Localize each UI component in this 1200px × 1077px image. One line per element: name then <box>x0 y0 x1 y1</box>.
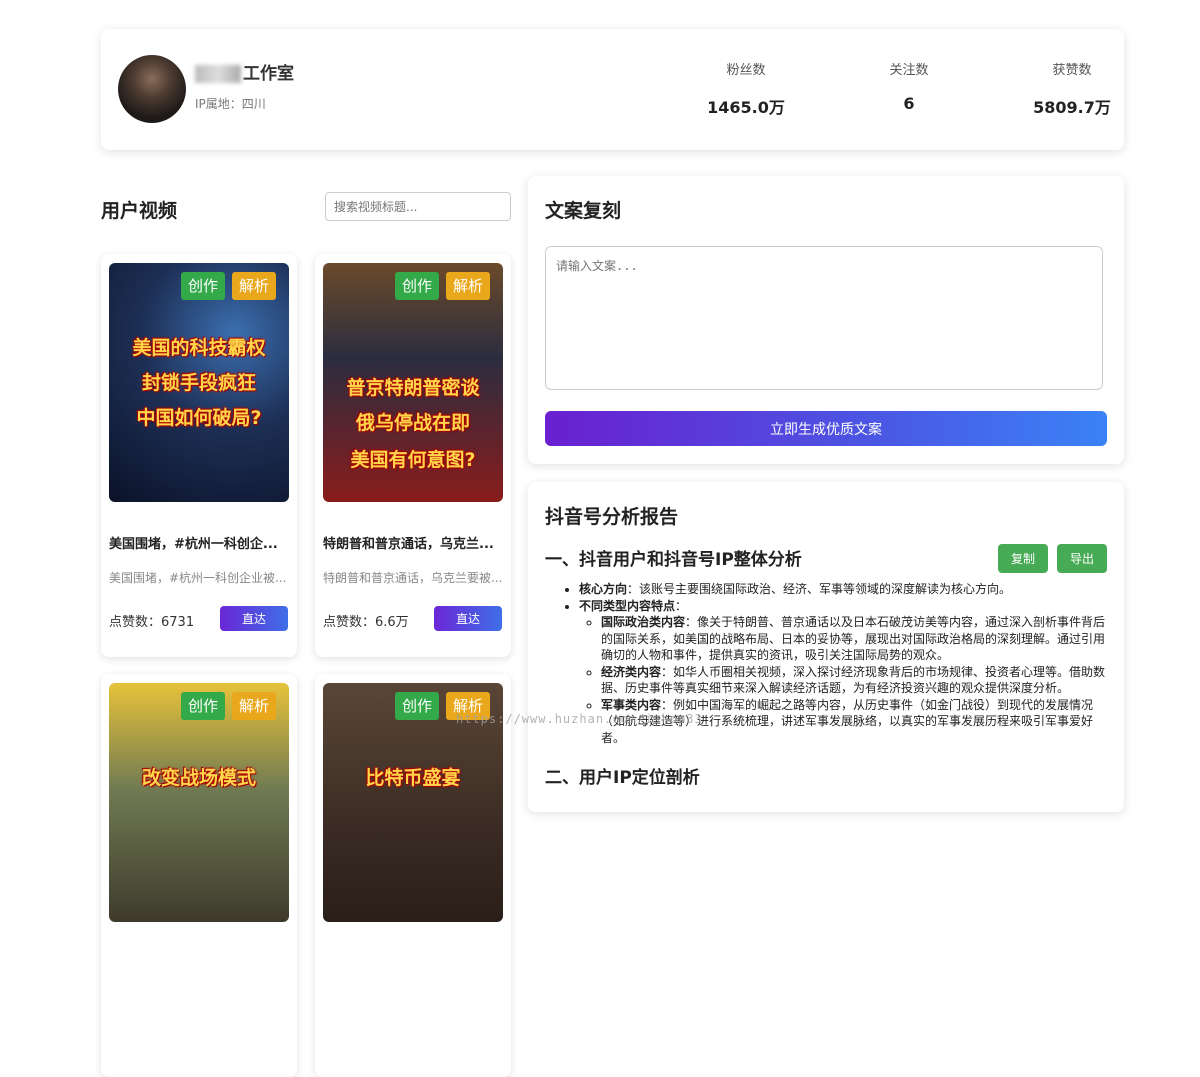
stat-label: 获赞数 <box>1052 63 1092 78</box>
create-button[interactable]: 创作 <box>181 272 226 300</box>
watermark: https://www.huzhan.com/ishop33 <box>456 712 703 726</box>
video-likes: 点赞数：6.6万 <box>323 615 409 630</box>
profile-card: 工作室 IP属地：四川 粉丝数 1465.0万 关注数 6 获赞数 5809.7… <box>101 29 1124 150</box>
blurred-name <box>195 65 241 83</box>
video-card[interactable]: 比特币盛宴 创作 解析 <box>315 674 511 1077</box>
report-subitem: 经济类内容：如华人币圈相关视频，深入探讨经济现象背后的市场规律、投资者心理等。借… <box>601 664 1110 697</box>
report-label: 军事类内容 <box>601 697 662 712</box>
ip-location: IP属地：四川 <box>195 97 266 111</box>
report-text: ： <box>675 598 688 613</box>
copywrite-textarea[interactable] <box>545 246 1103 390</box>
copywrite-title: 文案复刻 <box>545 200 622 222</box>
report-section-2: 二、用户IP定位剖析 <box>545 768 700 788</box>
video-desc: 美国围堵，#杭州一科创企业被... <box>109 571 287 585</box>
stat-likes: 获赞数 5809.7万 <box>1012 59 1132 118</box>
stat-value: 6 <box>903 94 915 113</box>
create-button[interactable]: 创作 <box>181 692 226 720</box>
video-card[interactable]: 普京特朗普密谈 俄乌停战在即 美国有何意图? 创作 解析 特朗普和普京通话，乌克… <box>315 254 511 657</box>
copywrite-panel: 文案复刻 立即生成优质文案 <box>528 176 1124 464</box>
stat-following: 关注数 6 <box>849 59 969 113</box>
profile-name: 工作室 <box>195 59 294 84</box>
create-button[interactable]: 创作 <box>395 272 440 300</box>
thumb-caption: 俄乌停战在即 <box>355 412 470 434</box>
report-text: ：该账号主要围绕国际政治、经济、军事等领域的深度解读为核心方向。 <box>627 582 1012 596</box>
video-thumbnail[interactable]: 美国的科技霸权 封锁手段疯狂 中国如何破局? 创作 解析 <box>109 263 289 502</box>
copy-button[interactable]: 复制 <box>998 544 1048 573</box>
report-title: 抖音号分析报告 <box>545 506 679 528</box>
profile-name-text: 工作室 <box>243 64 294 84</box>
video-search-input[interactable] <box>325 192 511 221</box>
thumb-caption: 普京特朗普密谈 <box>346 377 480 399</box>
video-card[interactable]: 改变战场模式 创作 解析 <box>101 674 297 1077</box>
stat-label: 关注数 <box>889 63 929 78</box>
report-item: 核心方向：该账号主要围绕国际政治、经济、军事等领域的深度解读为核心方向。 <box>579 581 1110 598</box>
report-label: 国际政治类内容 <box>601 615 686 629</box>
thumb-caption: 封锁手段疯狂 <box>141 372 256 394</box>
create-button[interactable]: 创作 <box>395 692 440 720</box>
thumb-caption: 美国的科技霸权 <box>132 337 266 359</box>
report-section-1: 一、抖音用户和抖音号IP整体分析 <box>545 550 802 570</box>
stat-value: 5809.7万 <box>1033 98 1111 117</box>
report-label: 经济类内容 <box>601 664 662 679</box>
avatar[interactable] <box>118 55 186 123</box>
videos-title: 用户视频 <box>101 200 178 222</box>
go-button[interactable]: 直达 <box>220 606 288 631</box>
parse-button[interactable]: 解析 <box>232 272 277 300</box>
video-title: 美国围堵，#杭州一科创企... <box>109 537 278 552</box>
stat-label: 粉丝数 <box>726 63 766 78</box>
video-card[interactable]: 美国的科技霸权 封锁手段疯狂 中国如何破局? 创作 解析 美国围堵，#杭州一科创… <box>101 254 297 657</box>
video-thumbnail[interactable]: 改变战场模式 创作 解析 <box>109 683 289 922</box>
stat-followers: 粉丝数 1465.0万 <box>686 59 806 118</box>
thumb-caption: 美国有何意图? <box>350 449 476 471</box>
export-button[interactable]: 导出 <box>1057 544 1107 573</box>
thumb-caption: 中国如何破局? <box>136 407 262 429</box>
report-label: 不同类型内容特点 <box>579 598 676 613</box>
video-likes: 点赞数：6731 <box>109 615 195 630</box>
video-thumbnail[interactable]: 普京特朗普密谈 俄乌停战在即 美国有何意图? 创作 解析 <box>323 263 503 502</box>
generate-button[interactable]: 立即生成优质文案 <box>545 411 1107 446</box>
parse-button[interactable]: 解析 <box>446 272 491 300</box>
go-button[interactable]: 直达 <box>434 606 502 631</box>
report-text: ：如华人币圈相关视频，深入探讨经济现象背后的市场规律、投资者心理等。借助数据、历… <box>601 664 1106 696</box>
thumb-caption: 比特币盛宴 <box>365 767 461 789</box>
stat-value: 1465.0万 <box>707 98 785 117</box>
thumb-caption: 改变战场模式 <box>141 767 256 789</box>
report-subitem: 国际政治类内容：像关于特朗普、普京通话以及日本石破茂访美等内容，通过深入剖析事件… <box>601 614 1110 664</box>
report-label: 核心方向 <box>579 582 628 596</box>
video-title: 特朗普和普京通话，乌克兰... <box>323 537 494 552</box>
parse-button[interactable]: 解析 <box>232 692 277 720</box>
video-desc: 特朗普和普京通话，乌克兰要被... <box>323 571 503 585</box>
